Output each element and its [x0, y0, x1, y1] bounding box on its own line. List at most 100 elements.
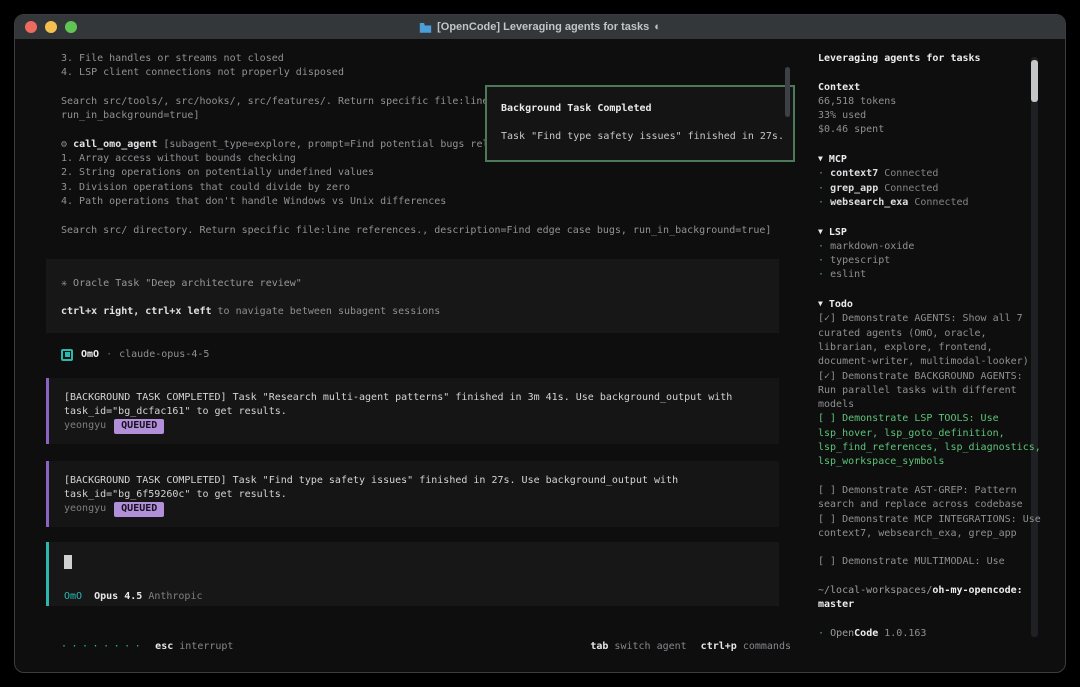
- oracle-task-card: ✳ Oracle Task "Deep architecture review"…: [46, 259, 779, 333]
- lsp-item: · eslint: [818, 268, 1046, 282]
- provider-label: Anthropic: [148, 591, 202, 602]
- asterisk-icon: ✳: [61, 278, 73, 289]
- minimize-window-button[interactable]: [45, 21, 57, 33]
- mcp-item: · websearch_exa Connected: [818, 196, 1046, 210]
- session-title: Leveraging agents for tasks: [818, 52, 1046, 66]
- status-bar-left: ········ esc interrupt: [61, 639, 233, 654]
- mcp-item: · context7 Connected: [818, 167, 1046, 181]
- window-title-text: [OpenCode] Leveraging agents for tasks: [437, 21, 649, 33]
- task-message-meta: yeongyu QUEUED: [49, 502, 779, 516]
- esc-key-hint: esc: [155, 641, 173, 652]
- active-model-label: Opus 4.5: [94, 591, 142, 602]
- sidebar: Leveraging agents for tasks Context 66,5…: [818, 39, 1046, 641]
- window-content: 3. File handles or streams not closed 4.…: [15, 39, 1065, 673]
- tool-call-name: call_omo_agent: [73, 139, 157, 150]
- oracle-task-title: ✳ Oracle Task "Deep architecture review": [46, 277, 779, 291]
- keyboard-shortcut: ctrl+x right, ctrl+x left: [61, 306, 212, 317]
- active-agent-label: OmO: [64, 591, 82, 602]
- notification-body: Task "Find type safety issues" finished …: [501, 130, 779, 144]
- task-message-meta: yeongyu QUEUED: [49, 419, 779, 433]
- workspace-info: ~/local-workspaces/oh-my-opencode: maste…: [818, 584, 1046, 613]
- output-line: 3. File handles or streams not closed: [46, 52, 791, 66]
- app-version: 1.0.163: [878, 628, 926, 639]
- agent-name: OmO: [81, 347, 99, 363]
- tab-key-action: switch agent: [608, 641, 686, 652]
- todo-item-active: [ ] Demonstrate LSP TOOLS: Use lsp_hover…: [818, 412, 1046, 469]
- todo-item: [ ] Demonstrate MCP INTEGRATIONS: Use co…: [818, 513, 1046, 542]
- window-title: [OpenCode] Leveraging agents for tasks ◐: [419, 21, 661, 33]
- queued-badge: QUEUED: [114, 419, 164, 433]
- todo-item: [ ] Demonstrate AST-GREP: Pattern search…: [818, 484, 1046, 513]
- ctrlp-key-hint: ctrl+p: [701, 641, 737, 652]
- task-message-line: [BACKGROUND TASK COMPLETED] Task "Find t…: [49, 474, 779, 488]
- status-bar: ········ esc interrupt tab switch agent ct…: [46, 639, 791, 654]
- half-circle-icon: ◐: [654, 21, 661, 33]
- lsp-item: · typescript: [818, 254, 1046, 268]
- chevron-down-icon: ▼: [818, 154, 823, 163]
- esc-key-action: interrupt: [173, 641, 233, 652]
- context-section: Context 66,518 tokens 33% used $0.46 spe…: [818, 81, 1046, 138]
- text-cursor: [64, 555, 72, 569]
- prompt-input[interactable]: OmO Opus 4.5 Anthropic: [46, 542, 779, 606]
- tool-call-line: [46, 209, 791, 223]
- agent-header-line: OmO · claude-opus-4-5: [46, 347, 791, 363]
- tool-call-line: 3. Division operations that could divide…: [46, 181, 791, 195]
- todo-item: [ ] Demonstrate MULTIMODAL: Use: [818, 555, 1046, 569]
- todo-section: ▼ Todo [✓] Demonstrate AGENTS: Show all …: [818, 297, 1046, 570]
- input-cursor-row[interactable]: [49, 555, 779, 569]
- agent-model: claude-opus-4-5: [119, 347, 209, 363]
- todo-item: [✓] Demonstrate AGENTS: Show all 7 curat…: [818, 312, 1046, 369]
- lsp-header[interactable]: ▼ LSP: [818, 225, 1046, 240]
- folder-icon: [419, 22, 432, 33]
- chevron-down-icon: ▼: [818, 299, 823, 308]
- output-line: 4. LSP client connections not properly d…: [46, 66, 791, 80]
- mcp-header[interactable]: ▼ MCP: [818, 152, 1046, 167]
- background-task-message: [BACKGROUND TASK COMPLETED] Task "Find t…: [46, 461, 779, 527]
- queued-badge: QUEUED: [114, 502, 164, 516]
- context-header: Context: [818, 81, 1046, 95]
- progress-dots: ········: [61, 641, 145, 652]
- git-branch: master: [818, 598, 1046, 612]
- input-model-row: OmO Opus 4.5 Anthropic: [49, 590, 779, 604]
- separator-dot: ·: [106, 347, 112, 363]
- bullet-icon: ·: [818, 241, 824, 252]
- todo-item: [✓] Demonstrate BACKGROUND AGENTS: Run p…: [818, 370, 1046, 413]
- workspace-repo: oh-my-opencode:: [932, 585, 1022, 596]
- task-message-line: [BACKGROUND TASK COMPLETED] Task "Resear…: [49, 391, 779, 405]
- tool-call-line: 4. Path operations that don't handle Win…: [46, 195, 791, 209]
- main-scrollbar-thumb[interactable]: [785, 67, 790, 117]
- app-window: [OpenCode] Leveraging agents for tasks ◐…: [14, 14, 1066, 673]
- ctrlp-key-action: commands: [737, 641, 791, 652]
- task-message-line: task_id="bg_dcfac161" to get results.: [49, 405, 779, 419]
- bullet-icon: ·: [818, 197, 824, 208]
- notification-title: Background Task Completed: [501, 102, 779, 116]
- tool-call-line: 2. String operations on potentially unde…: [46, 166, 791, 180]
- title-bar: [OpenCode] Leveraging agents for tasks ◐: [15, 15, 1065, 39]
- workspace-path: ~/local-workspaces/: [818, 585, 932, 596]
- bullet-icon: ·: [818, 628, 824, 639]
- username: yeongyu: [64, 503, 106, 514]
- task-message-line: task_id="bg_6f59260c" to get results.: [49, 488, 779, 502]
- mcp-item: · grep_app Connected: [818, 182, 1046, 196]
- context-tokens: 66,518 tokens: [818, 95, 1046, 109]
- bullet-icon: ·: [818, 255, 824, 266]
- todo-header[interactable]: ▼ Todo: [818, 297, 1046, 312]
- background-task-message: [BACKGROUND TASK COMPLETED] Task "Resear…: [46, 378, 779, 444]
- bullet-icon: ·: [818, 168, 824, 179]
- lsp-item: · markdown-oxide: [818, 240, 1046, 254]
- context-used: 33% used: [818, 109, 1046, 123]
- context-spent: $0.46 spent: [818, 123, 1046, 137]
- chevron-down-icon: ▼: [818, 227, 823, 236]
- tab-key-hint: tab: [590, 641, 608, 652]
- traffic-lights: [25, 15, 77, 39]
- notification-toast[interactable]: Background Task Completed Task "Find typ…: [485, 85, 795, 162]
- close-window-button[interactable]: [25, 21, 37, 33]
- username: yeongyu: [64, 420, 106, 431]
- bullet-icon: ·: [818, 269, 824, 280]
- bullet-icon: ·: [818, 183, 824, 194]
- version-line: · OpenCode 1.0.163: [818, 627, 1046, 641]
- agent-checkbox-icon: [61, 349, 73, 361]
- status-bar-right: tab switch agent ctrl+p commands: [590, 639, 791, 654]
- zoom-window-button[interactable]: [65, 21, 77, 33]
- tool-call-line: Search src/ directory. Return specific f…: [46, 224, 791, 238]
